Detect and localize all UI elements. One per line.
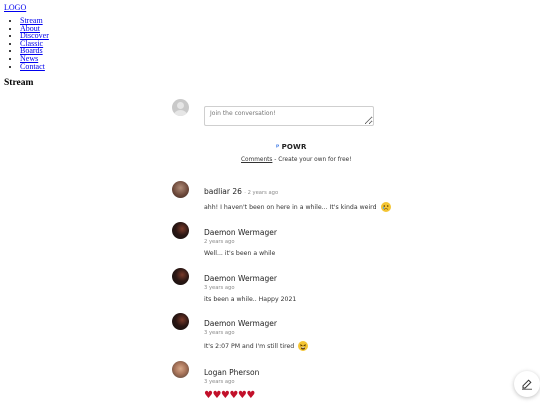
comment-time: 3 years ago	[204, 379, 235, 385]
comment-time: 3 years ago	[204, 330, 235, 336]
comment-author[interactable]: Daemon Wermager	[204, 319, 277, 328]
powr-logo[interactable]: ᵖ POWR	[276, 143, 307, 151]
comment-author[interactable]: Daemon Wermager	[204, 274, 277, 283]
comment-text: its been a while.. Happy 2021	[204, 296, 297, 303]
tired-face-icon	[298, 341, 309, 351]
crying-face-icon	[380, 202, 391, 212]
comment-text: ♥♥♥♥♥♥	[204, 390, 255, 401]
powr-credit: Comments - Create your own for free!	[241, 157, 352, 163]
powr-tagline: - Create your own for free!	[272, 157, 352, 163]
comment-author[interactable]: badliar 26 · 2 years ago	[204, 187, 278, 196]
comment-author[interactable]: Logan Pherson	[204, 368, 259, 377]
comment-text: It's 2:07 PM and I'm still tired	[204, 341, 309, 351]
comment-time: · 2 years ago	[244, 190, 279, 196]
comment-text: Well... it's been a while	[204, 250, 276, 257]
comment-time: 3 years ago	[204, 285, 235, 291]
new-comment-button[interactable]	[514, 371, 540, 397]
comment-text: ahh! I haven't been on here in a while..…	[204, 202, 391, 212]
comment-time: 2 years ago	[204, 239, 235, 245]
avatar[interactable]	[172, 181, 189, 198]
comments-link[interactable]: Comments	[241, 157, 272, 163]
comment-author[interactable]: Daemon Wermager	[204, 228, 277, 237]
comments-widget: ᵖPOWR Comments - Create your own for fre…	[0, 0, 540, 405]
avatar[interactable]	[172, 361, 189, 378]
avatar[interactable]	[172, 222, 189, 239]
comment-input[interactable]	[204, 106, 374, 126]
avatar[interactable]	[172, 313, 189, 330]
avatar[interactable]	[172, 268, 189, 285]
edit-icon	[522, 379, 532, 390]
current-user-avatar	[172, 99, 189, 116]
powr-logo-icon: ᵖ	[276, 143, 280, 151]
